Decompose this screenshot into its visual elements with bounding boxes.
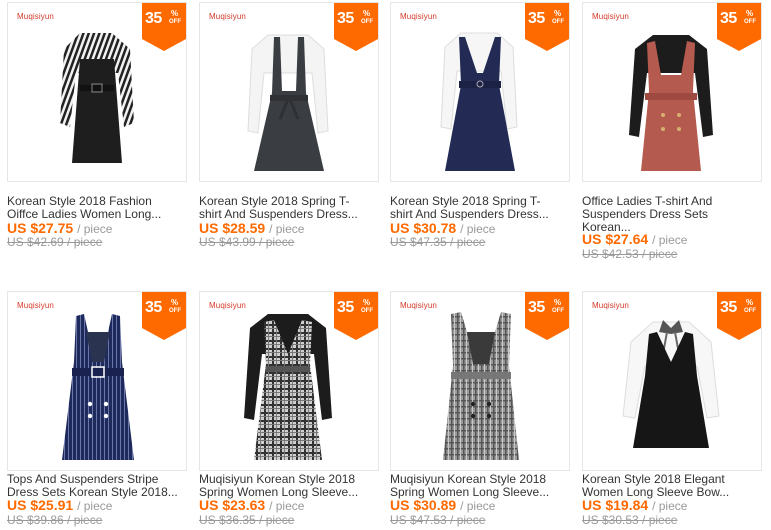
discount-value: 35 [337, 299, 354, 316]
price-value: US $28.59 [199, 220, 266, 236]
product-title-link[interactable]: Korean Style 2018 Spring T- shirt And Su… [390, 195, 572, 221]
product-title-line: Suspenders Dress Sets [582, 208, 709, 221]
discount-off-label: OFF [361, 308, 373, 314]
discount-value: 35 [145, 299, 162, 316]
product-image-box[interactable]: Muqisiyun 35 % OFF [390, 291, 570, 471]
product-image-box[interactable]: Muqisiyun 35 % OFF [7, 2, 187, 182]
price-value: US $30.78 [390, 220, 457, 236]
price-unit: / piece [77, 222, 113, 236]
discount-percent: % [363, 9, 371, 18]
discount-badge: 35 % OFF [142, 3, 186, 51]
price-value: US $23.63 [199, 497, 266, 513]
brand-label: Muqisiyun [209, 301, 246, 310]
discount-percent: % [554, 298, 562, 307]
product-title-link[interactable]: Muqisiyun Korean Style 2018 Spring Women… [199, 473, 381, 499]
product-image-box[interactable]: Muqisiyun 35 % OFF [582, 2, 762, 182]
discount-off-label: OFF [169, 19, 181, 25]
product-price: US $27.75 / piece [7, 220, 112, 236]
price-unit: / piece [652, 233, 688, 247]
discount-badge: 35 % OFF [525, 292, 569, 340]
product-image-box[interactable]: Muqisiyun 35 % OFF [390, 2, 570, 182]
original-price: US $30.53 / piece [582, 513, 678, 527]
product-title-line: Tops And Suspenders Stripe [7, 473, 159, 486]
product-price: US $19.84 / piece [582, 497, 687, 513]
discount-off-label: OFF [744, 19, 756, 25]
product-title-link[interactable]: Korean Style 2018 Fashion Oiffce Ladies … [7, 195, 189, 221]
discount-percent: % [363, 298, 371, 307]
product-title-link[interactable]: Korean Style 2018 Elegant Women Long Sle… [582, 473, 764, 499]
product-image-box[interactable]: Muqisiyun 35 % OFF [582, 291, 762, 471]
product-title-line: Korean Style 2018 Elegant [582, 473, 725, 486]
discount-off-label: OFF [361, 19, 373, 25]
discount-percent: % [171, 298, 179, 307]
product-price: US $28.59 / piece [199, 220, 304, 236]
product-price: US $25.91 / piece [7, 497, 112, 513]
product-image-box[interactable]: Muqisiyun 35 % OFF [199, 291, 379, 471]
product-image-box[interactable]: Muqisiyun 35 % OFF [199, 2, 379, 182]
discount-off-label: OFF [169, 308, 181, 314]
discount-badge: 35 % OFF [525, 3, 569, 51]
product-title-link[interactable]: Office Ladies T-shirt And Suspenders Dre… [582, 195, 764, 234]
discount-value: 35 [337, 10, 354, 27]
brand-label: Muqisiyun [592, 12, 629, 21]
discount-off-label: OFF [552, 308, 564, 314]
original-price: US $47.35 / piece [390, 235, 486, 249]
brand-label: Muqisiyun [17, 12, 54, 21]
product-grid: Muqisiyun 35 % OFF Korean Style 2018 Fas… [0, 0, 771, 530]
original-price: US $42.53 / piece [582, 247, 678, 261]
discount-off-label: OFF [744, 308, 756, 314]
original-price: US $36.35 / piece [199, 513, 295, 527]
product-price: US $27.64 / piece [582, 231, 687, 247]
price-unit: / piece [460, 222, 496, 236]
original-price: US $47.53 / piece [390, 513, 486, 527]
discount-value: 35 [528, 10, 545, 27]
discount-value: 35 [528, 299, 545, 316]
product-price: US $30.78 / piece [390, 220, 495, 236]
price-unit: / piece [652, 499, 688, 513]
price-unit: / piece [460, 499, 496, 513]
product-title-line: Muqisiyun Korean Style 2018 [199, 473, 356, 486]
product-title-link[interactable]: Korean Style 2018 Spring T- shirt And Su… [199, 195, 381, 221]
brand-label: Muqisiyun [592, 301, 629, 310]
discount-badge: 35 % OFF [142, 292, 186, 340]
discount-value: 35 [720, 10, 737, 27]
price-value: US $27.75 [7, 220, 74, 236]
discount-badge: 35 % OFF [717, 292, 761, 340]
discount-badge: 35 % OFF [334, 3, 378, 51]
product-image-box[interactable]: Muqisiyun 35 % OFF [7, 291, 187, 471]
discount-off-label: OFF [552, 19, 564, 25]
discount-percent: % [746, 298, 754, 307]
original-price: US $43.99 / piece [199, 235, 295, 249]
product-title-link[interactable]: Tops And Suspenders Stripe Dress Sets Ko… [7, 473, 189, 499]
price-unit: / piece [269, 499, 305, 513]
price-value: US $19.84 [582, 497, 649, 513]
product-title-line: Muqisiyun Korean Style 2018 [390, 473, 547, 486]
discount-badge: 35 % OFF [717, 3, 761, 51]
discount-percent: % [554, 9, 562, 18]
discount-value: 35 [720, 299, 737, 316]
brand-label: Muqisiyun [17, 301, 54, 310]
original-price: US $42.69 / piece [7, 235, 103, 249]
price-value: US $30.89 [390, 497, 457, 513]
product-price: US $23.63 / piece [199, 497, 304, 513]
brand-label: Muqisiyun [400, 301, 437, 310]
discount-percent: % [746, 9, 754, 18]
discount-badge: 35 % OFF [334, 292, 378, 340]
price-unit: / piece [77, 499, 113, 513]
price-unit: / piece [269, 222, 305, 236]
product-title-link[interactable]: Muqisiyun Korean Style 2018 Spring Women… [390, 473, 572, 499]
product-title-line: Korean Style 2018 Fashion [7, 195, 152, 208]
product-title-line: Korean Style 2018 Spring T- [199, 195, 350, 208]
product-price: US $30.89 / piece [390, 497, 495, 513]
price-value: US $27.64 [582, 231, 649, 247]
brand-label: Muqisiyun [400, 12, 437, 21]
product-title-line: Korean Style 2018 Spring T- [390, 195, 541, 208]
original-price: US $39.86 / piece [7, 513, 103, 527]
product-title-line: Office Ladies T-shirt And [582, 195, 713, 208]
brand-label: Muqisiyun [209, 12, 246, 21]
discount-value: 35 [145, 10, 162, 27]
discount-percent: % [171, 9, 179, 18]
price-value: US $25.91 [7, 497, 74, 513]
